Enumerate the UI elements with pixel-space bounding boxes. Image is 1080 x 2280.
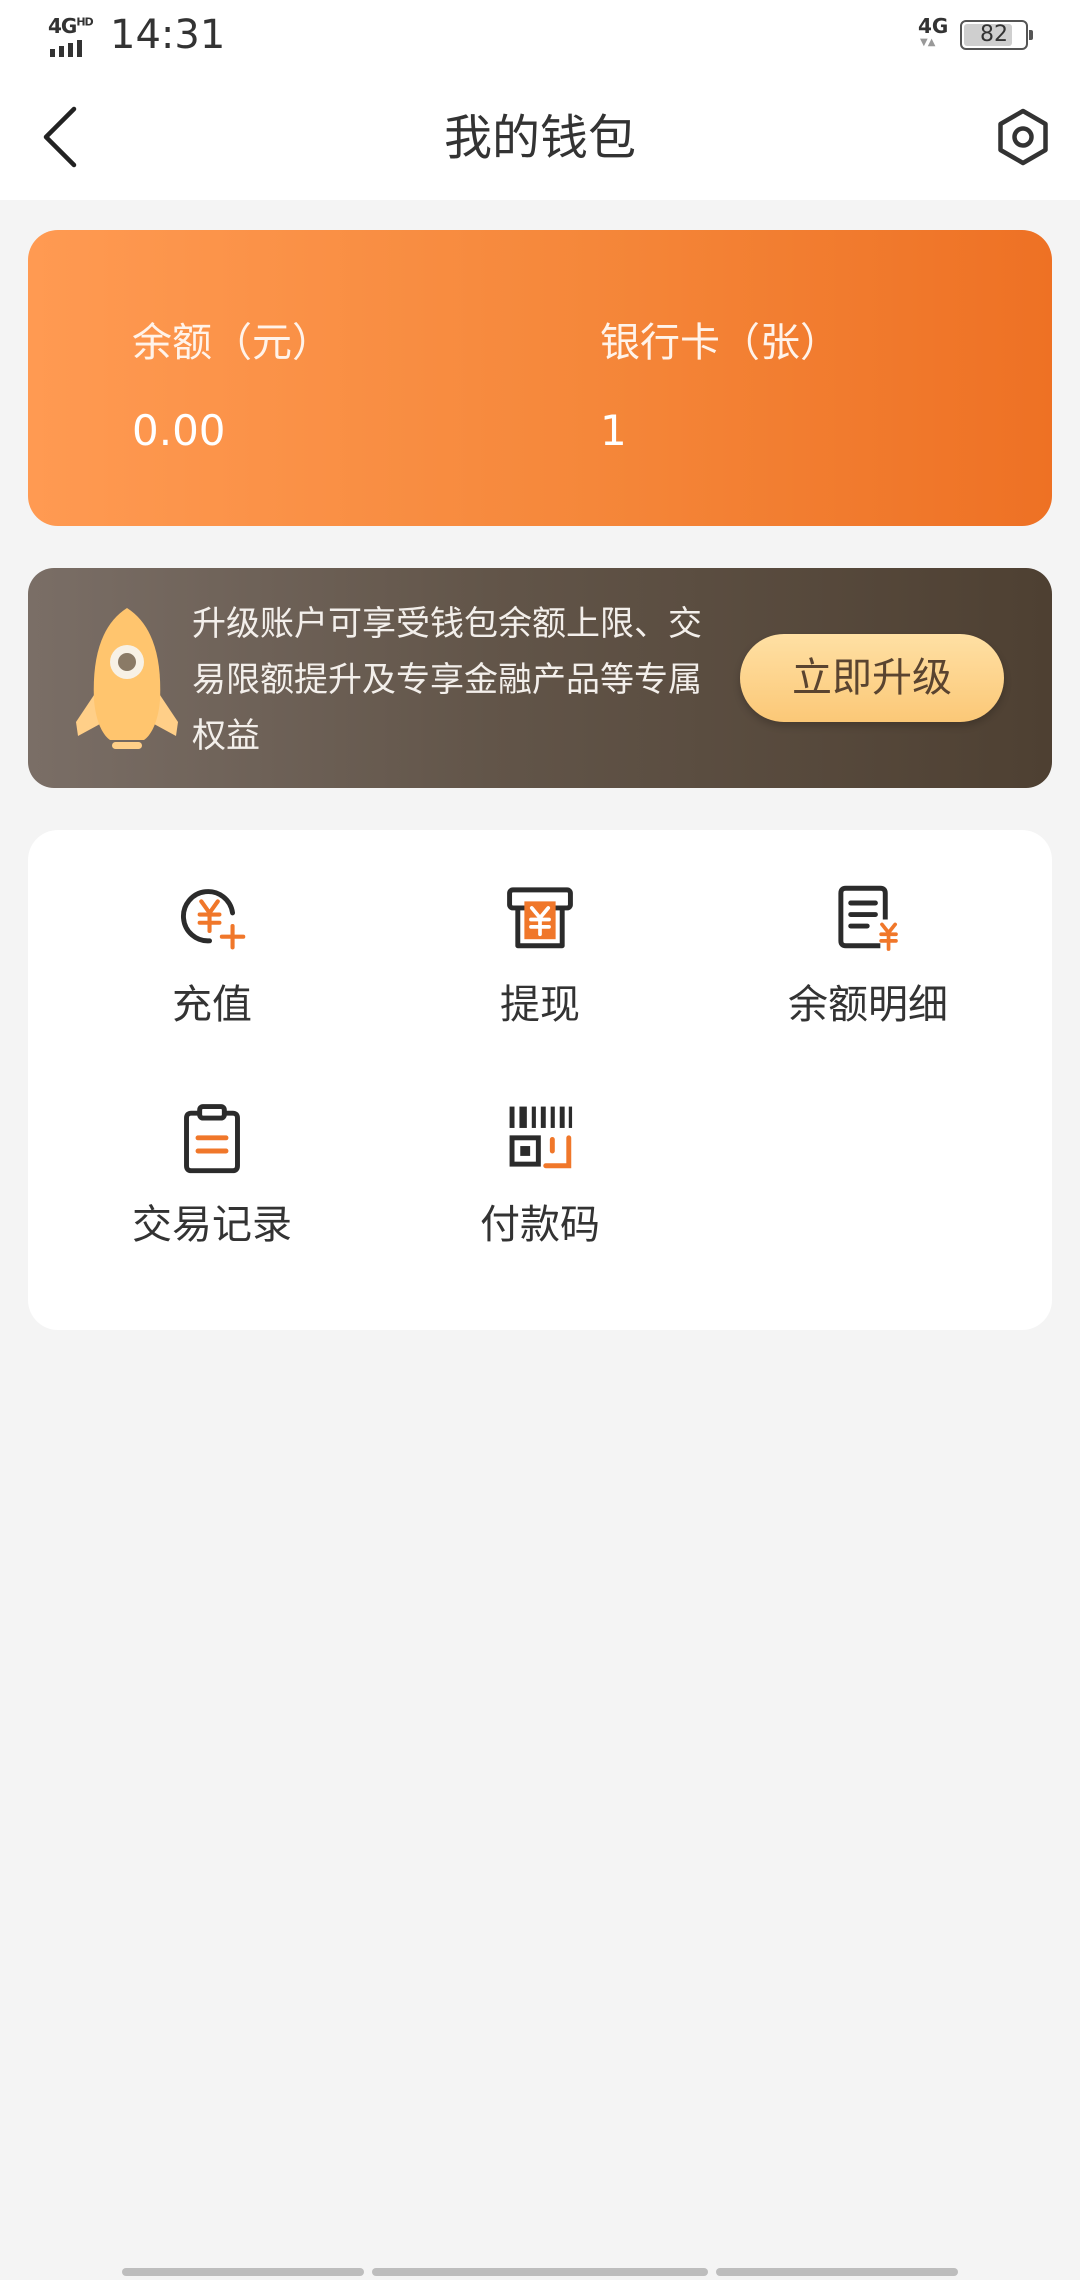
bank-cards-section[interactable]: 银行卡（张） 1 <box>600 310 840 455</box>
signal-indicator: 4GHD <box>48 14 100 57</box>
action-withdraw[interactable]: 提现 <box>390 830 690 1030</box>
balance-value: 0.00 <box>132 406 226 455</box>
action-label: 交易记录 <box>132 1202 292 1248</box>
nav-indicator-left <box>122 2268 364 2276</box>
balance-section[interactable]: 余额（元） 0.00 <box>132 310 332 455</box>
back-button[interactable] <box>30 102 90 172</box>
upgrade-banner: 升级账户可享受钱包余额上限、交易限额提升及专享金融产品等专属权益 立即升级 <box>28 568 1052 788</box>
network-type-right: 4G ▼▲ <box>918 14 948 48</box>
battery-level: 82 <box>980 22 1008 47</box>
upgrade-description: 升级账户可享受钱包余额上限、交易限额提升及专享金融产品等专属权益 <box>192 604 702 756</box>
status-bar: 4GHD 14:31 4G ▼▲ 82 <box>0 0 1080 76</box>
bank-cards-label: 银行卡（张） <box>600 320 840 366</box>
balance-detail-icon <box>838 885 898 951</box>
battery-icon: 82 <box>960 20 1033 50</box>
action-label: 提现 <box>500 982 580 1028</box>
rocket-icon <box>76 608 178 749</box>
nav-indicator-center <box>372 2268 708 2276</box>
action-balance-detail[interactable]: 余额明细 <box>718 830 1018 1030</box>
data-arrows-icon: ▼▲ <box>920 37 936 48</box>
back-arrow-icon <box>43 106 77 168</box>
top-area: 4GHD 14:31 4G ▼▲ 82 我的钱包 <box>0 0 1080 200</box>
action-payment-code[interactable]: 付款码 <box>390 1050 690 1250</box>
page-title: 我的钱包 <box>443 110 636 166</box>
action-recharge[interactable]: 充值 <box>62 830 362 1030</box>
yuan-plus-icon <box>180 889 246 950</box>
action-label: 充值 <box>172 982 252 1028</box>
wallet-page: 4GHD 14:31 4G ▼▲ 82 我的钱包 余额（元） 0.00 银行卡（… <box>0 0 1080 2280</box>
action-label: 余额明细 <box>788 982 948 1028</box>
balance-card[interactable]: 余额（元） 0.00 银行卡（张） 1 <box>28 230 1052 526</box>
settings-button[interactable] <box>990 104 1056 170</box>
action-label: 付款码 <box>480 1202 600 1248</box>
withdraw-icon <box>507 887 573 949</box>
signal-bars-icon <box>50 40 82 57</box>
header: 我的钱包 <box>0 76 1080 200</box>
status-time: 14:31 <box>110 12 226 58</box>
balance-label: 余额（元） <box>132 320 332 366</box>
clipboard-icon <box>184 1104 240 1174</box>
nav-indicator-right <box>716 2268 958 2276</box>
gear-icon <box>998 108 1048 166</box>
action-transaction-records[interactable]: 交易记录 <box>62 1050 362 1250</box>
network-type-right-label: 4G <box>918 14 949 38</box>
network-hd: HD <box>76 15 93 29</box>
actions-card: 充值 提现 余额明细 交易记录 付款码 <box>28 830 1052 1330</box>
barcode-icon <box>509 1106 573 1169</box>
network-type: 4G <box>48 14 77 38</box>
bank-cards-value: 1 <box>600 406 627 455</box>
upgrade-now-button[interactable]: 立即升级 <box>740 634 1004 722</box>
